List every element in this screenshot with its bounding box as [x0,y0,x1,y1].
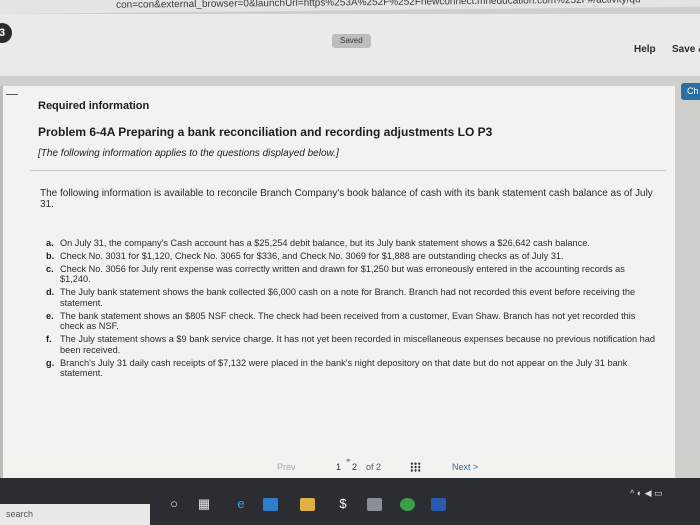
item-letter: a. [46,238,54,248]
word-icon[interactable] [431,498,446,511]
item-text: The July bank statement shows the bank c… [60,287,636,308]
problem-note: [The following information applies to th… [38,148,339,159]
list-item: f. The July statement shows a $9 bank ser… [46,334,656,355]
item-text: On July 31, the company's Cash account h… [60,238,590,248]
help-button[interactable]: Help [634,44,656,55]
save-exit-button[interactable]: Save & [672,44,700,55]
list-item: c. Check No. 3056 for July rent expense w… [46,264,656,285]
divider [30,170,666,171]
saved-status-badge: Saved [332,34,371,48]
task-view-icon[interactable]: ▦ [195,496,213,512]
next-button[interactable]: Next > [452,462,478,472]
item-text: The bank statement shows an $805 NSF che… [60,310,636,332]
page-1-button[interactable]: 1 [336,462,341,472]
collapse-icon[interactable] [6,94,18,95]
item-text: Check No. 3031 for $1,120, Check No. 306… [60,250,564,261]
store-icon[interactable] [300,498,315,511]
page-count: of 2 [366,462,382,472]
mail-icon[interactable] [367,498,382,511]
list-item: e. The bank statement shows an $805 NSF c… [46,311,656,332]
system-tray[interactable]: ^ ◐ ◀ ▭ [630,488,663,499]
grid-icon[interactable] [410,462,421,472]
prev-button[interactable]: Prev [277,462,296,472]
taskbar-search-input[interactable]: search [0,504,150,525]
item-text: The July statement shows a $9 bank servi… [60,334,655,355]
dollar-app-icon[interactable]: $ [334,496,352,511]
item-letter: d. [46,287,55,298]
check-my-work-button[interactable]: Ch [681,83,700,100]
list-item: g. Branch's July 31 daily cash receipts o… [46,358,656,379]
required-info-heading: Required information [38,100,150,112]
item-letter: g. [46,357,55,368]
cortana-circle-icon[interactable]: ○ [165,496,183,511]
intro-paragraph: The following information is available t… [40,188,653,210]
item-letter: f. [46,334,52,345]
link-icon: ⚭ [345,456,352,465]
item-letter: e. [46,310,54,321]
item-text: Branch's July 31 daily cash receipts of … [60,357,628,379]
page-2-button[interactable]: 2 [352,462,357,472]
list-item: b. Check No. 3031 for $1,120, Check No. 3… [46,251,656,262]
item-letter: b. [46,250,55,261]
chrome-icon[interactable] [400,498,415,511]
list-item: a. On July 31, the company's Cash account… [46,238,656,249]
edge-browser-icon[interactable]: e [232,496,250,511]
list-item: d. The July bank statement shows the bank… [46,287,656,308]
url-text: con=con&external_browser=0&launchUrl=htt… [116,0,641,11]
pagination: Prev ⚭ 1 2 of 2 Next > [0,456,672,478]
reconciliation-items: a. On July 31, the company's Cash account… [46,238,656,381]
file-explorer-icon[interactable] [263,498,278,511]
browser-url-bar[interactable]: con=con&external_browser=0&launchUrl=htt… [0,0,700,14]
item-letter: c. [46,263,54,274]
item-text: Check No. 3056 for July rent expense was… [60,263,625,285]
problem-title: Problem 6-4A Preparing a bank reconcilia… [38,125,493,139]
windows-taskbar: search ○ ▦ e $ ^ ◐ ◀ ▭ [0,478,700,525]
